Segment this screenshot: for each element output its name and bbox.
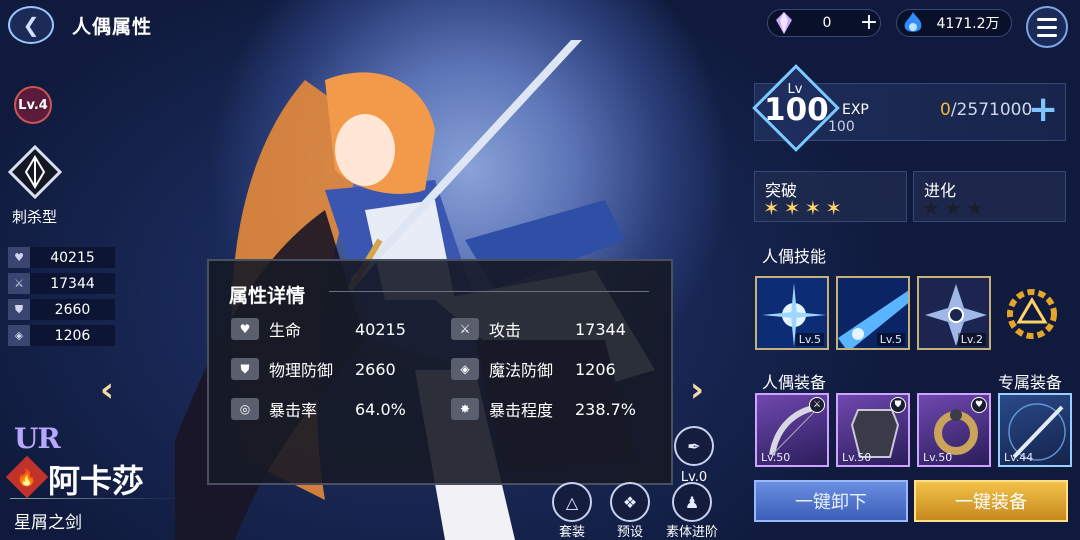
detail-crit-rate: ◎ 暴击率 64.0% — [231, 397, 406, 421]
exclusive-equipment-label: 专属装备 — [998, 373, 1063, 392]
favor-level-badge[interactable]: Lv.4 — [14, 86, 52, 124]
skill-slot-2[interactable]: Lv.5 — [836, 276, 910, 350]
evolution-stars: ★ ★ ★ — [922, 196, 984, 220]
skill-gear-icon[interactable] — [1002, 284, 1062, 348]
equip-all-button[interactable]: 一键装备 — [914, 480, 1068, 522]
sword-icon: ⚔ — [451, 318, 479, 340]
stat-attack: ⚔ 17344 — [8, 273, 115, 294]
preset-button[interactable]: ❖ — [610, 482, 650, 522]
character-name: 阿卡莎 — [48, 462, 145, 500]
body-advance-label: 素体进阶 — [665, 525, 718, 540]
quill-button[interactable]: ✒ — [674, 426, 714, 466]
popup-title-divider — [329, 291, 649, 292]
back-button[interactable]: ❮ — [8, 6, 54, 44]
equip-slot-2[interactable]: ⛊ Lv.50 — [836, 393, 910, 467]
crystal-count: 0 — [822, 15, 832, 31]
empty-star-icon: ★ — [943, 196, 962, 220]
heart-icon: ♥ — [231, 318, 259, 340]
stat-magic-def: ◈ 1206 — [8, 325, 115, 346]
stat-hp: ♥ 40215 — [8, 247, 115, 268]
breakthrough-stars: ✶ ✶ ✶ ✶ — [763, 196, 842, 220]
heart-icon: ♥ — [971, 397, 987, 413]
attribute-detail-popup: 属性详情 ♥ 生命 40215 ⚔ 攻击 17344 ⛊ 物理防御 2660 ◈… — [207, 259, 673, 485]
popup-title: 属性详情 — [229, 285, 306, 307]
add-crystal-button[interactable]: + — [858, 12, 880, 34]
magic-shield-icon: ◈ — [8, 325, 30, 346]
next-character-button[interactable]: › — [690, 370, 704, 410]
assassin-class-icon — [7, 144, 63, 200]
star-icon: ✶ — [825, 196, 843, 220]
rarity-label: UR — [14, 422, 61, 455]
outfit-button[interactable]: △ — [552, 482, 592, 522]
skill-slot-3[interactable]: Lv.2 — [917, 276, 991, 350]
exclusive-equip-slot[interactable]: Lv.44 — [998, 393, 1072, 467]
class-name: 刺杀型 — [12, 208, 58, 226]
magic-shield-icon: ◈ — [451, 358, 479, 380]
shield-icon: ⛊ — [231, 358, 259, 380]
star-icon: ✶ — [783, 196, 801, 220]
crit-rate-icon: ◎ — [231, 398, 259, 420]
back-arrow-icon: ❮ — [22, 13, 40, 37]
detail-crit-damage: ✸ 暴击程度 238.7% — [451, 397, 636, 421]
gold-count: 4171.2万 — [936, 16, 1000, 32]
exp-label: EXP — [842, 102, 869, 118]
menu-button[interactable] — [1026, 6, 1068, 48]
unequip-all-button[interactable]: 一键卸下 — [754, 480, 908, 522]
divider — [10, 498, 180, 499]
breakthrough-panel[interactable]: 突破 ✶ ✶ ✶ ✶ — [754, 171, 907, 222]
skills-label: 人偶技能 — [762, 247, 827, 266]
exp-value: 0/2571000 — [940, 100, 1033, 120]
equipment-label: 人偶装备 — [762, 373, 827, 392]
empty-star-icon: ★ — [922, 196, 940, 220]
gold-currency: 4171.2万 — [896, 9, 1012, 37]
equip-slot-1[interactable]: ⚔ Lv.50 — [755, 393, 829, 467]
preset-icon: ❖ — [622, 492, 638, 512]
crystal-icon — [772, 11, 796, 35]
character-subtitle: 星屑之剑 — [14, 513, 82, 533]
crystal-currency: 0 + — [767, 9, 881, 37]
shield-icon: ⛊ — [890, 397, 906, 413]
detail-magic-def: ◈ 魔法防御 1206 — [451, 357, 616, 381]
evolution-panel[interactable]: 进化 ★ ★ ★ — [913, 171, 1066, 222]
prev-character-button[interactable]: ‹ — [100, 370, 114, 410]
outfit-icon: △ — [565, 492, 579, 512]
crit-damage-icon: ✸ — [451, 398, 479, 420]
sword-icon: ⚔ — [809, 397, 825, 413]
add-exp-button[interactable]: + — [1028, 92, 1058, 128]
body-advance-icon: ♟ — [684, 492, 700, 512]
equip-slot-3[interactable]: ♥ Lv.50 — [917, 393, 991, 467]
star-icon: ✶ — [804, 196, 822, 220]
fire-icon: 🔥 — [17, 467, 37, 487]
level-number: 100 — [764, 92, 829, 128]
outfit-label: 套装 — [558, 525, 585, 540]
heart-icon: ♥ — [8, 247, 30, 268]
page-title: 人偶属性 — [72, 16, 153, 38]
quill-icon: ✒ — [687, 436, 701, 456]
empty-star-icon: ★ — [965, 196, 984, 220]
blue-flame-icon — [901, 11, 925, 35]
star-icon: ✶ — [763, 196, 780, 220]
preset-label: 预设 — [616, 525, 643, 540]
detail-attack: ⚔ 攻击 17344 — [451, 317, 626, 341]
skill-slot-1[interactable]: Lv.5 — [755, 276, 829, 350]
detail-phys-def: ⛊ 物理防御 2660 — [231, 357, 396, 381]
detail-hp: ♥ 生命 40215 — [231, 317, 406, 341]
max-level: 100 — [828, 119, 855, 135]
shield-icon: ⛊ — [8, 299, 30, 320]
sword-icon: ⚔ — [8, 273, 30, 294]
stat-phys-def: ⛊ 2660 — [8, 299, 115, 320]
body-advance-button[interactable]: ♟ — [672, 482, 712, 522]
